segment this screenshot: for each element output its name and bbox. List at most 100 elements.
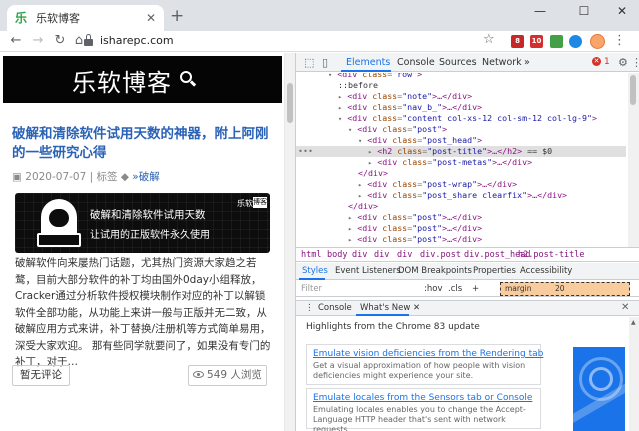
scroll-up-icon[interactable]: ▲ (631, 319, 636, 326)
dom-node[interactable]: ▸ <div class="post-metas">…</div> (296, 157, 626, 168)
expand-triangle-icon[interactable]: ▸ (348, 236, 352, 244)
styles-filter-input[interactable]: Filter (301, 284, 322, 294)
browser-tab[interactable]: 乐 乐软博客 ✕ (7, 5, 164, 31)
browser-menu-icon[interactable]: ⋮ (613, 33, 626, 48)
tab-console[interactable]: Console (397, 57, 435, 68)
drawer-close-icon[interactable]: ✕ (621, 302, 629, 313)
breadcrumb-item[interactable]: html (301, 250, 321, 260)
dom-node[interactable]: ::before (296, 80, 626, 91)
tab-network[interactable]: Network (482, 57, 522, 68)
dom-node[interactable]: ▸ <div class="post">…</div> (296, 212, 626, 223)
expand-triangle-icon[interactable]: ▸ (358, 192, 362, 200)
breadcrumb-item[interactable]: div.post (420, 250, 461, 260)
breadcrumb-item[interactable]: div (352, 250, 367, 260)
whats-new-card[interactable]: Emulate locales from the Sensors tab or … (306, 388, 541, 431)
expand-triangle-icon[interactable]: ▾ (338, 115, 342, 123)
drawer-tab-console[interactable]: Console (318, 303, 352, 313)
card-title[interactable]: Emulate vision deficiencies from the Ren… (313, 349, 543, 359)
dom-node[interactable]: </div> (296, 168, 626, 179)
dom-scrollbar[interactable] (628, 73, 639, 247)
expand-triangle-icon[interactable]: ▸ (348, 214, 352, 222)
dom-node[interactable]: ▸ <div class="post-wrap">…</div> (296, 179, 626, 190)
devtools-menu-icon[interactable]: ⋮ (631, 56, 639, 69)
maximize-button[interactable]: ☐ (569, 4, 599, 18)
error-icon[interactable]: ✕ (592, 57, 601, 66)
post-title[interactable]: 破解和清除软件试用天数的神器，附上阿刚的一些研究心得 (12, 125, 280, 163)
tab-close-icon[interactable]: ✕ (146, 11, 156, 25)
styles-subtab[interactable]: Properties (473, 266, 516, 276)
post-thumbnail[interactable]: 破解和清除软件试用天数 让试用的正版软件永久使用 乐软 博客 (15, 193, 270, 253)
breadcrumb-item[interactable]: body (327, 250, 347, 260)
expand-triangle-icon[interactable]: ▸ (358, 181, 362, 189)
breadcrumb-item[interactable]: h2.post-title (518, 250, 585, 260)
page-scrollbar[interactable] (284, 53, 295, 431)
forward-icon[interactable]: → (30, 33, 46, 48)
lock-icon[interactable] (84, 34, 93, 46)
expand-triangle-icon[interactable]: ▸ (338, 104, 342, 112)
expand-triangle-icon[interactable]: ▸ (368, 148, 372, 156)
address-bar[interactable]: isharepc.com (100, 34, 174, 47)
dom-node[interactable]: ▾ <div class="post_head"> (296, 135, 626, 146)
back-icon[interactable]: ← (8, 33, 24, 48)
dom-node[interactable]: </div> (296, 201, 626, 212)
dom-node[interactable]: ▸ <div class="post_share clearfix">…</di… (296, 190, 626, 201)
extension-pdf-icon[interactable]: 10 (530, 35, 543, 48)
class-toggle[interactable]: .cls (448, 284, 462, 294)
expand-triangle-icon[interactable]: ▾ (358, 137, 362, 145)
drawer-tab-whats-new[interactable]: What's New ✕ (360, 303, 420, 313)
box-model-value[interactable]: 20 (555, 284, 565, 293)
dom-node[interactable]: ▸ <div class="nav_b_">…</div> (296, 102, 626, 113)
post-tag-link[interactable]: »破解 (132, 171, 159, 183)
extension-shield-icon[interactable]: 8 (511, 35, 524, 48)
minimize-button[interactable]: — (525, 4, 555, 18)
node-actions-icon[interactable]: ••• (298, 146, 313, 157)
dom-attr-name: class (392, 190, 418, 200)
drawer-scrollbar[interactable]: ▲ (629, 317, 639, 431)
expand-triangle-icon[interactable]: ▸ (368, 159, 372, 167)
styles-subtab[interactable]: Accessibility (520, 266, 572, 276)
post-excerpt: 破解软件向来屡热门话题，尤其热门资源大家趋之若鹜，目前大部分软件的补丁均由国外0… (15, 257, 271, 368)
dom-node[interactable]: ▸ <div class="post">…</div> (296, 234, 626, 245)
device-toolbar-icon[interactable]: ▯ (322, 56, 328, 69)
dom-node[interactable]: ▸ <div class="post">…</div> (296, 223, 626, 234)
dom-node[interactable]: ▾ <div class="post"> (296, 124, 626, 135)
hover-state-toggle[interactable]: :hov (424, 284, 442, 294)
views-button[interactable]: 549 人浏览 (188, 365, 267, 386)
tab-elements[interactable]: Elements (346, 57, 390, 68)
site-logo[interactable]: 乐软博客 (72, 63, 172, 98)
dom-node[interactable]: ▸ <div class="note">…</div> (296, 91, 626, 102)
expand-triangle-icon[interactable]: ▸ (338, 93, 342, 101)
expand-triangle-icon[interactable]: ▾ (348, 126, 352, 134)
more-tabs-icon[interactable]: » (524, 57, 530, 68)
dom-tag: <div (377, 157, 403, 167)
error-count[interactable]: 1 (604, 57, 610, 67)
styles-subtab[interactable]: Styles (302, 266, 328, 276)
reload-icon[interactable]: ↻ (52, 33, 68, 48)
breadcrumb-item[interactable]: div (374, 250, 389, 260)
drawer-menu-icon[interactable]: ⋮ (305, 303, 314, 313)
search-icon[interactable] (180, 71, 197, 87)
extension-globe-icon[interactable] (569, 35, 582, 48)
dom-node[interactable]: ▾ <div class="row"> (296, 73, 626, 80)
dom-node[interactable]: ▸ <h2 class="post-title">…</h2> == $0 ••• (296, 146, 626, 157)
styles-subtab[interactable]: Event Listeners (335, 266, 401, 276)
styles-subtab[interactable]: DOM Breakpoints (398, 266, 472, 276)
tab-sources[interactable]: Sources (439, 57, 477, 68)
page-scroll-thumb[interactable] (287, 83, 293, 123)
new-tab-button[interactable]: + (170, 6, 184, 26)
expand-triangle-icon[interactable]: ▾ (328, 73, 332, 79)
comment-button[interactable]: 暂无评论 (12, 365, 70, 386)
whats-new-card[interactable]: Emulate vision deficiencies from the Ren… (306, 344, 543, 385)
inspect-element-icon[interactable]: ⬚ (304, 56, 314, 69)
extension-puzzle-icon[interactable] (550, 35, 563, 48)
breadcrumb-item[interactable]: div (397, 250, 412, 260)
profile-avatar[interactable] (590, 34, 605, 49)
settings-gear-icon[interactable]: ⚙ (618, 56, 628, 69)
card-title[interactable]: Emulate locales from the Sensors tab or … (313, 393, 532, 403)
dom-tree[interactable]: ▾ <div class="row"> ::before ▸ <div class… (296, 73, 626, 247)
bookmark-star-icon[interactable]: ☆ (483, 32, 495, 47)
dom-node[interactable]: ▾ <div class="content col-xs-12 col-sm-1… (296, 113, 626, 124)
close-window-button[interactable]: ✕ (607, 4, 637, 18)
new-rule-button[interactable]: + (472, 284, 479, 294)
expand-triangle-icon[interactable]: ▸ (348, 225, 352, 233)
